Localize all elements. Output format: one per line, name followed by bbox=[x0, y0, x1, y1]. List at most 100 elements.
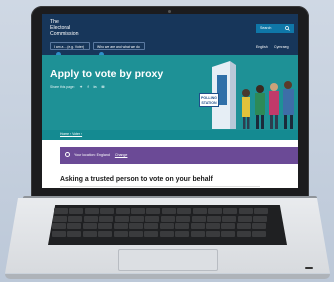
key bbox=[236, 230, 251, 237]
key bbox=[83, 215, 98, 222]
key bbox=[69, 208, 84, 214]
key bbox=[176, 215, 191, 222]
polling-station-illustration bbox=[212, 61, 294, 129]
twitter-icon[interactable]: ✦ bbox=[80, 85, 83, 89]
camera-icon bbox=[168, 10, 171, 13]
about-menu-label: Who we are and what we do bbox=[97, 45, 140, 49]
key bbox=[129, 215, 144, 222]
key bbox=[205, 223, 220, 229]
hero-banner: Apply to vote by proxy Share this page: … bbox=[42, 55, 298, 130]
page-title: Apply to vote by proxy bbox=[50, 68, 164, 80]
key bbox=[67, 223, 82, 229]
key bbox=[159, 223, 174, 229]
language-welsh[interactable]: Cymraeg bbox=[274, 45, 289, 49]
key bbox=[144, 223, 159, 229]
email-icon[interactable]: ✉ bbox=[102, 85, 105, 89]
share-label: Share this page: bbox=[50, 85, 75, 89]
key bbox=[223, 208, 238, 214]
key bbox=[54, 208, 68, 214]
key bbox=[145, 215, 160, 222]
audience-menu-button[interactable]: I am a ...(e.g. Voter) bbox=[50, 42, 90, 57]
key bbox=[146, 208, 161, 214]
polling-station-sign: POLLING STATION bbox=[199, 93, 219, 107]
key bbox=[99, 215, 114, 222]
key bbox=[238, 208, 253, 214]
search-icon bbox=[285, 26, 290, 31]
breadcrumb: Home › Voter › bbox=[42, 130, 298, 140]
key bbox=[52, 223, 66, 229]
logo-line: Commission bbox=[50, 31, 79, 37]
key bbox=[192, 208, 207, 214]
breadcrumb-links: Home › Voter › bbox=[60, 132, 82, 136]
key bbox=[159, 230, 174, 237]
key bbox=[144, 230, 159, 237]
key bbox=[115, 208, 130, 214]
key-row bbox=[52, 223, 267, 229]
key bbox=[67, 230, 82, 237]
audience-menu-label: I am a ...(e.g. Voter) bbox=[54, 45, 84, 49]
breadcrumb-home[interactable]: Home bbox=[60, 132, 69, 136]
search-label: Search bbox=[260, 26, 272, 30]
key bbox=[221, 223, 236, 229]
key bbox=[113, 230, 128, 237]
breadcrumb-separator: › bbox=[80, 132, 83, 136]
key bbox=[252, 230, 267, 237]
key bbox=[222, 215, 237, 222]
key bbox=[160, 215, 175, 222]
key bbox=[207, 208, 222, 214]
key bbox=[190, 230, 205, 237]
location-text: Your location: England Change bbox=[74, 153, 127, 157]
laptop-front-edge bbox=[5, 274, 330, 279]
site-header: The Electoral Commission I am a ...(e.g.… bbox=[42, 14, 298, 57]
laptop-screen: The Electoral Commission I am a ...(e.g.… bbox=[42, 14, 298, 188]
key bbox=[113, 223, 128, 229]
key-row bbox=[53, 215, 268, 222]
key bbox=[98, 230, 113, 237]
key bbox=[53, 215, 67, 222]
key bbox=[175, 230, 190, 237]
keyboard-keys bbox=[52, 208, 283, 242]
key bbox=[114, 215, 129, 222]
location-banner: Your location: England Change bbox=[60, 147, 298, 164]
language-english[interactable]: English bbox=[256, 45, 268, 49]
key bbox=[252, 223, 267, 229]
key bbox=[68, 215, 83, 222]
share-bar: Share this page: ✦ f in ✉ bbox=[50, 85, 104, 89]
key-row bbox=[54, 208, 269, 214]
about-menu-button[interactable]: Who we are and what we do bbox=[93, 42, 145, 57]
trackpad bbox=[118, 249, 218, 271]
key bbox=[205, 230, 220, 237]
location-pin-icon bbox=[65, 152, 70, 157]
change-location-link[interactable]: Change bbox=[115, 153, 128, 157]
key bbox=[236, 223, 251, 229]
key bbox=[84, 208, 99, 214]
key bbox=[128, 223, 143, 229]
section-heading: Asking a trusted person to vote on your … bbox=[60, 176, 213, 183]
linkedin-icon[interactable]: in bbox=[94, 85, 97, 89]
key bbox=[190, 223, 205, 229]
key bbox=[191, 215, 206, 222]
divider bbox=[60, 186, 260, 187]
key bbox=[100, 208, 115, 214]
key bbox=[82, 230, 97, 237]
key bbox=[221, 230, 236, 237]
key bbox=[253, 215, 268, 222]
key-row bbox=[52, 230, 267, 237]
key bbox=[161, 208, 176, 214]
breadcrumb-voter[interactable]: Voter bbox=[72, 132, 80, 136]
site-logo[interactable]: The Electoral Commission bbox=[50, 19, 79, 37]
sign-line: STATION bbox=[201, 101, 217, 105]
key bbox=[52, 230, 66, 237]
key bbox=[177, 208, 192, 214]
key bbox=[130, 208, 145, 214]
key bbox=[175, 223, 190, 229]
key bbox=[254, 208, 269, 214]
search-button[interactable]: Search bbox=[256, 24, 294, 33]
facebook-icon[interactable]: f bbox=[87, 85, 88, 89]
status-led bbox=[305, 267, 313, 269]
key bbox=[237, 215, 252, 222]
key bbox=[98, 223, 113, 229]
key bbox=[128, 230, 143, 237]
key bbox=[206, 215, 221, 222]
key bbox=[82, 223, 97, 229]
